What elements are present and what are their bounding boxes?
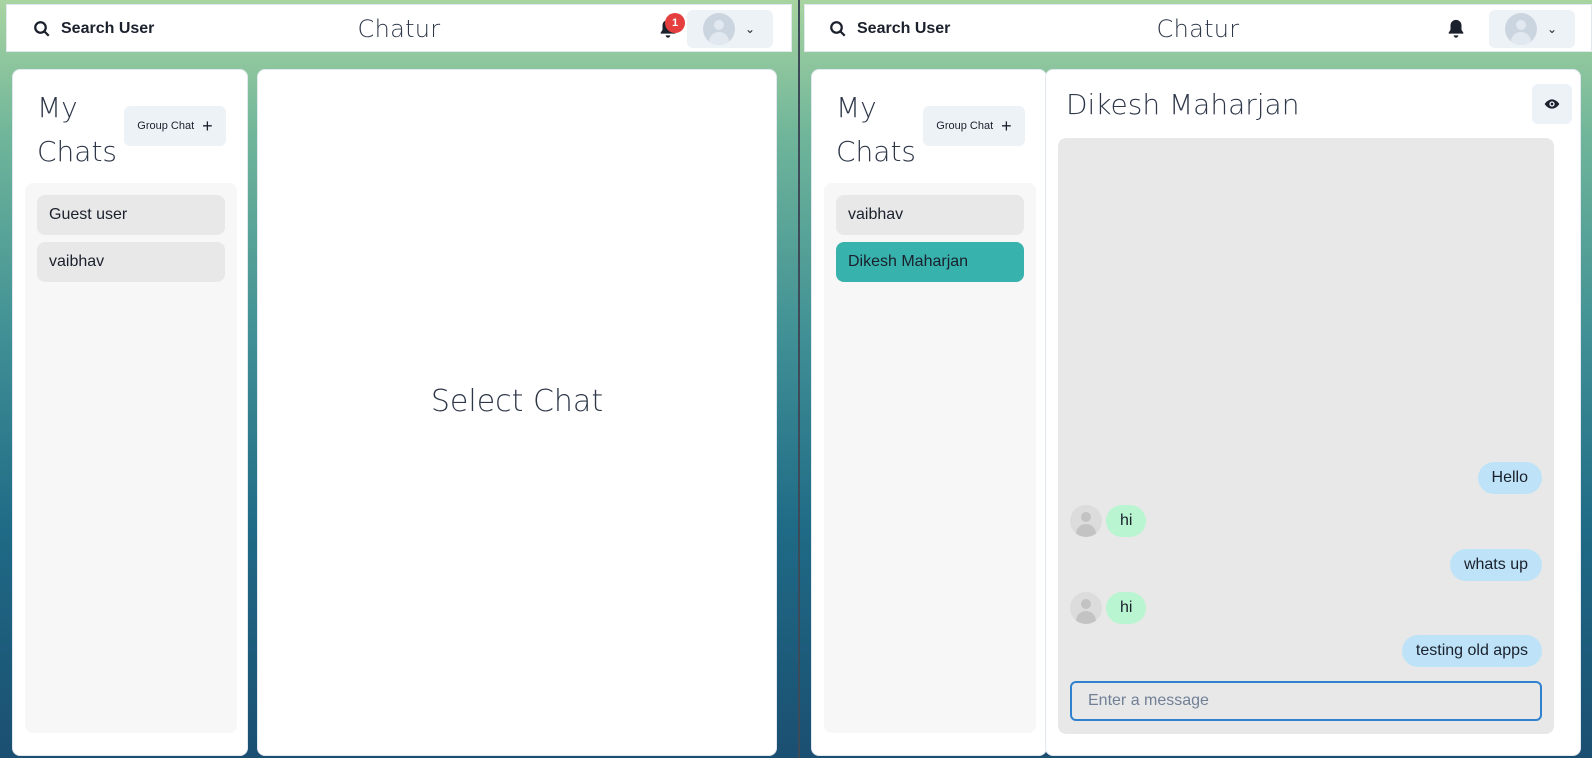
search-icon <box>34 21 50 37</box>
my-chats-title: My Chats <box>37 91 118 168</box>
chat-box: Select Chat <box>257 69 777 756</box>
search-user-label: Search User <box>61 20 155 37</box>
select-chat-placeholder: Select Chat <box>430 384 604 419</box>
my-chats-panel: My Chats Group Chat + vaibhav Dikesh Mah… <box>811 69 1047 756</box>
group-chat-label: Group Chat <box>137 120 195 132</box>
message-bubble: testing old apps <box>1401 635 1542 667</box>
search-user-label: Search User <box>857 20 951 37</box>
chat-list-item-name: Guest user <box>49 206 128 223</box>
search-user-button[interactable]: Search User <box>25 13 162 45</box>
message-row-sent: Hello <box>1070 461 1542 495</box>
group-chat-label: Group Chat <box>936 120 994 132</box>
right-window: Search User Chatur ⌄ My Chats Group Chat… <box>800 0 1592 758</box>
notifications-bell-button[interactable]: 1 <box>657 13 685 40</box>
profile-menu-button[interactable]: ⌄ <box>687 10 773 48</box>
user-avatar-icon[interactable] <box>1070 592 1102 624</box>
notification-count-badge: 1 <box>665 13 685 33</box>
message-row-sent: whats up <box>1070 548 1542 582</box>
message-input[interactable] <box>1070 681 1542 721</box>
eye-icon <box>1544 99 1560 109</box>
group-chat-button[interactable]: Group Chat + <box>923 106 1025 146</box>
chat-list-item[interactable]: Guest user <box>37 195 225 235</box>
message-row-sent: testing old apps <box>1070 634 1542 668</box>
my-chats-panel: My Chats Group Chat + Guest user vaibhav <box>12 69 248 756</box>
top-navbar: Search User Chatur 1 ⌄ <box>6 4 792 52</box>
message-bubble: whats up <box>1449 549 1542 581</box>
chevron-down-icon: ⌄ <box>1547 22 1558 36</box>
my-chats-title: My Chats <box>836 91 917 168</box>
user-avatar-icon[interactable] <box>1070 505 1102 537</box>
user-avatar-icon <box>1505 13 1537 45</box>
search-icon <box>830 21 846 37</box>
profile-menu-button[interactable]: ⌄ <box>1489 10 1575 48</box>
message-bubble: hi <box>1106 592 1147 624</box>
chat-box: Dikesh Maharjan Hello hi whats up hi tes… <box>1045 69 1581 756</box>
search-user-button[interactable]: Search User <box>821 13 958 45</box>
group-chat-button[interactable]: Group Chat + <box>124 106 226 146</box>
notifications-bell-button[interactable] <box>1445 18 1467 40</box>
chat-list-item[interactable]: vaibhav <box>836 195 1024 235</box>
chat-list-item-selected[interactable]: Dikesh Maharjan <box>836 242 1024 282</box>
chat-list-item-name: vaibhav <box>848 206 904 223</box>
chat-header-title: Dikesh Maharjan <box>1066 88 1300 121</box>
plus-icon: + <box>202 116 213 136</box>
message-row-received: hi <box>1070 504 1542 538</box>
top-navbar: Search User Chatur ⌄ <box>804 4 1592 52</box>
chat-list: Guest user vaibhav <box>25 183 237 733</box>
chat-list-item[interactable]: vaibhav <box>37 242 225 282</box>
message-bubble: hi <box>1106 505 1147 537</box>
user-avatar-icon <box>703 13 735 45</box>
messages-area[interactable]: Hello hi whats up hi testing old apps <box>1058 138 1554 734</box>
view-profile-button[interactable] <box>1532 84 1572 124</box>
chat-list: vaibhav Dikesh Maharjan <box>824 183 1036 733</box>
message-row-received: hi <box>1070 591 1542 625</box>
message-bubble: Hello <box>1477 462 1542 494</box>
chevron-down-icon: ⌄ <box>745 22 756 36</box>
chat-list-item-name: vaibhav <box>49 253 105 270</box>
left-window: Search User Chatur 1 ⌄ My Chats Group Ch… <box>0 0 800 758</box>
plus-icon: + <box>1001 116 1012 136</box>
chat-list-item-name: Dikesh Maharjan <box>848 253 969 270</box>
bell-icon <box>1448 19 1464 38</box>
